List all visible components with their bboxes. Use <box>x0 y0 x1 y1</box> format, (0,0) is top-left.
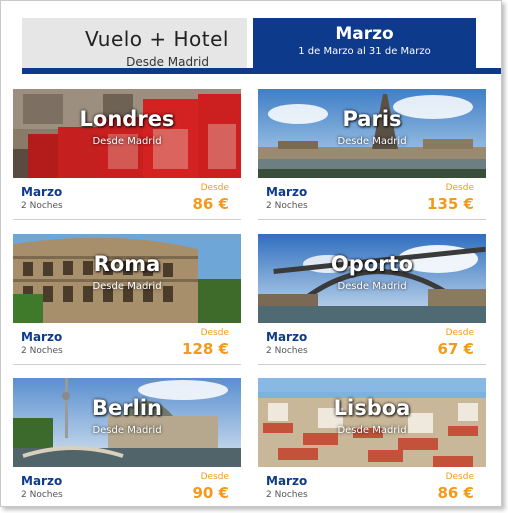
price-prefix: Desde <box>445 183 474 193</box>
city-name[interactable]: Berlin <box>13 396 241 420</box>
destination-photo[interactable] <box>258 378 486 467</box>
destination-card-paris[interactable]: Paris Desde Madrid Marzo 2 Noches Desde … <box>258 89 486 224</box>
month-date-range: 1 de Marzo al 31 de Marzo <box>298 46 431 57</box>
nights-count: 2 Noches <box>21 201 63 211</box>
origin-label: Desde Madrid <box>92 425 162 436</box>
package-header: Vuelo + Hotel Desde Madrid <box>22 18 247 69</box>
travel-month: Marzo <box>266 330 308 344</box>
nights-count: 2 Noches <box>21 490 63 500</box>
city-name[interactable]: Paris <box>258 107 486 131</box>
origin-label: Desde Madrid <box>337 281 407 292</box>
origin-label: Desde Madrid <box>337 425 407 436</box>
price[interactable]: 135 € <box>427 195 474 213</box>
destination-photo[interactable] <box>13 378 241 467</box>
origin-label: Desde Madrid <box>92 281 162 292</box>
offer-panel: Vuelo + Hotel Desde Madrid Marzo 1 de Ma… <box>0 0 502 509</box>
travel-month: Marzo <box>21 185 63 199</box>
card-divider <box>13 219 241 220</box>
travel-month: Marzo <box>21 474 63 488</box>
month-title: Marzo <box>335 24 394 44</box>
price-prefix: Desde <box>200 472 229 482</box>
origin-label: Desde Madrid <box>92 136 162 147</box>
price[interactable]: 86 € <box>437 484 474 502</box>
travel-month: Marzo <box>266 474 308 488</box>
destination-card-oporto[interactable]: Oporto Desde Madrid Marzo 2 Noches Desde… <box>258 234 486 369</box>
price-prefix: Desde <box>445 472 474 482</box>
destination-photo[interactable] <box>258 234 486 323</box>
nights-count: 2 Noches <box>266 201 308 211</box>
city-name[interactable]: Lisboa <box>258 396 486 420</box>
destination-card-roma[interactable]: Roma Desde Madrid Marzo 2 Noches Desde 1… <box>13 234 241 369</box>
price[interactable]: 90 € <box>192 484 229 502</box>
travel-month: Marzo <box>266 185 308 199</box>
nights-count: 2 Noches <box>266 490 308 500</box>
package-title: Vuelo + Hotel <box>84 27 229 51</box>
card-divider <box>258 219 486 220</box>
destination-photo[interactable] <box>13 89 241 178</box>
header-divider <box>22 68 501 74</box>
destination-card-berlin[interactable]: Berlin Desde Madrid Marzo 2 Noches Desde… <box>13 378 241 513</box>
price[interactable]: 86 € <box>192 195 229 213</box>
month-header: Marzo 1 de Marzo al 31 de Marzo <box>253 18 476 69</box>
destination-photo[interactable] <box>13 234 241 323</box>
package-subtitle: Desde Madrid <box>126 55 209 69</box>
travel-month: Marzo <box>21 330 63 344</box>
nights-count: 2 Noches <box>266 346 308 356</box>
price-prefix: Desde <box>200 328 229 338</box>
card-divider <box>258 508 486 509</box>
destination-photo[interactable] <box>258 89 486 178</box>
price[interactable]: 128 € <box>182 340 229 358</box>
card-divider <box>13 508 241 509</box>
price[interactable]: 67 € <box>437 340 474 358</box>
origin-label: Desde Madrid <box>337 136 407 147</box>
city-name[interactable]: Londres <box>13 107 241 131</box>
city-name[interactable]: Roma <box>13 252 241 276</box>
city-name[interactable]: Oporto <box>258 252 486 276</box>
nights-count: 2 Noches <box>21 346 63 356</box>
destination-card-londres[interactable]: Londres Desde Madrid Marzo 2 Noches Desd… <box>13 89 241 224</box>
card-divider <box>258 364 486 365</box>
price-prefix: Desde <box>445 328 474 338</box>
destination-card-lisboa[interactable]: Lisboa Desde Madrid Marzo 2 Noches Desde… <box>258 378 486 513</box>
card-divider <box>13 364 241 365</box>
price-prefix: Desde <box>200 183 229 193</box>
